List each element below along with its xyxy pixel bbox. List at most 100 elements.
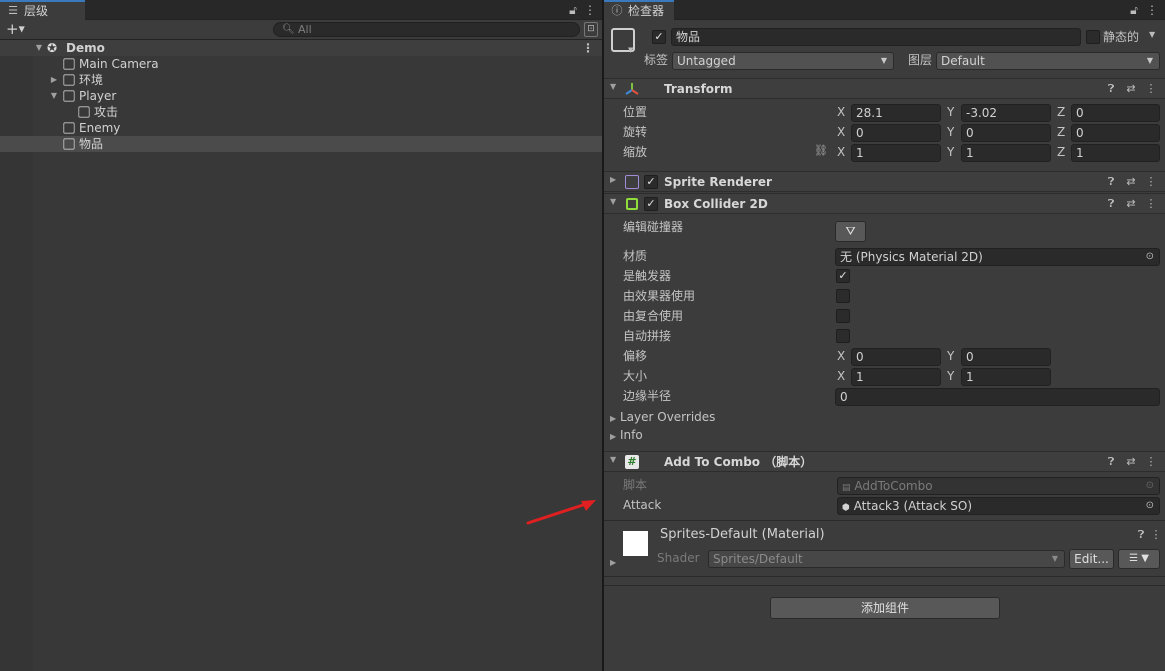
- expand-arrow-icon[interactable]: ▼: [34, 40, 44, 56]
- hierarchy-tree: ▼ ✪ Demo ⋮ Main Camera ▶ 环境 ▼ Player 攻击 …: [0, 40, 602, 671]
- chevron-down-icon[interactable]: ▼: [628, 46, 633, 54]
- static-checkbox[interactable]: [1086, 30, 1100, 44]
- material-value: 无 (Physics Material 2D): [840, 250, 983, 264]
- expand-arrow-icon[interactable]: ▶: [610, 175, 616, 184]
- edit-collider-button[interactable]: ⛛: [835, 221, 866, 242]
- rotation-y-input[interactable]: 0: [961, 124, 1051, 142]
- tree-item-main-camera[interactable]: Main Camera: [0, 56, 602, 72]
- size-y-input[interactable]: 1: [961, 368, 1051, 386]
- tree-item-item-selected[interactable]: 物品: [0, 136, 602, 152]
- inspector-panel: ⓘ 检查器 🔓︎ ⋮ ▼ ✓ 物品 静态的 ▼ 标签 Untagged ▼ 图层…: [604, 0, 1165, 671]
- tree-item-attack[interactable]: 攻击: [0, 104, 602, 120]
- info-foldout[interactable]: ▶ Info: [610, 426, 643, 444]
- position-z-input[interactable]: 0: [1071, 104, 1160, 122]
- gameobject-cube-icon: [78, 106, 90, 118]
- component-menu-icon[interactable]: ⋮: [1144, 174, 1158, 190]
- presets-icon[interactable]: ⇄: [1124, 196, 1138, 212]
- axis-x-label: X: [837, 349, 846, 363]
- collapse-arrow-icon[interactable]: ▼: [610, 455, 616, 464]
- tag-dropdown[interactable]: Untagged ▼: [672, 52, 894, 70]
- tree-item-player[interactable]: ▼ Player: [0, 88, 602, 104]
- info-icon: ⓘ: [611, 4, 623, 17]
- help-icon[interactable]: ❓︎: [1104, 81, 1118, 97]
- help-icon[interactable]: ❓︎: [1104, 454, 1118, 470]
- lock-icon[interactable]: 🔓︎: [1127, 2, 1141, 18]
- transform-header[interactable]: ▼ Transform ❓︎ ⇄ ⋮: [604, 78, 1165, 99]
- auto-tiling-checkbox[interactable]: [836, 329, 850, 343]
- scene-row-demo[interactable]: ▼ ✪ Demo ⋮: [0, 40, 602, 56]
- add-object-button[interactable]: +▼: [6, 21, 34, 38]
- object-picker-icon: ⊙: [1145, 480, 1154, 491]
- rotation-x-input[interactable]: 0: [851, 124, 941, 142]
- scale-x-input[interactable]: 1: [851, 144, 941, 162]
- collapse-arrow-icon[interactable]: ▼: [49, 88, 59, 104]
- edge-radius-input[interactable]: 0: [835, 388, 1160, 406]
- add-component-button[interactable]: 添加组件: [770, 597, 1000, 619]
- help-icon[interactable]: ❓︎: [1104, 174, 1118, 190]
- lock-icon[interactable]: 🔓︎: [566, 2, 580, 18]
- axis-y-label: Y: [947, 145, 955, 159]
- box-collider-enabled-checkbox[interactable]: ✓: [644, 197, 658, 211]
- info-label: Info: [619, 428, 643, 442]
- tab-inspector[interactable]: ⓘ 检查器: [604, 0, 674, 20]
- tag-value: Untagged: [677, 54, 736, 68]
- is-trigger-checkbox[interactable]: ✓: [836, 269, 850, 283]
- position-x-input[interactable]: 28.1: [851, 104, 941, 122]
- tab-hierarchy[interactable]: ☰ 层级: [0, 0, 85, 20]
- object-picker-icon[interactable]: ⊙: [1146, 498, 1154, 514]
- transform-axis-icon: [625, 82, 639, 96]
- attack-object-field[interactable]: ⬢ Attack3 (Attack SO) ⊙: [837, 497, 1160, 515]
- axis-y-label: Y: [947, 105, 955, 119]
- active-checkbox[interactable]: ✓: [652, 30, 666, 44]
- scale-y-input[interactable]: 1: [961, 144, 1051, 162]
- component-menu-icon[interactable]: ⋮: [1144, 81, 1158, 97]
- tree-item-enemy[interactable]: Enemy: [0, 120, 602, 136]
- scene-menu-icon[interactable]: ⋮: [582, 40, 594, 56]
- add-to-combo-header[interactable]: ▼ # Add To Combo （脚本） ❓︎ ⇄ ⋮: [604, 451, 1165, 472]
- collapse-arrow-icon[interactable]: ▼: [610, 197, 616, 206]
- script-value: AddToCombo: [854, 479, 933, 493]
- used-by-effector-checkbox[interactable]: [836, 289, 850, 303]
- more-menu-icon[interactable]: ⋮: [583, 2, 597, 18]
- offset-x-input[interactable]: 0: [851, 348, 941, 366]
- component-menu-icon[interactable]: ⋮: [1149, 527, 1163, 543]
- box-collider-header[interactable]: ▼ ✓ Box Collider 2D ❓︎ ⇄ ⋮: [604, 193, 1165, 214]
- sprite-renderer-header[interactable]: ▶ ✓ Sprite Renderer ❓︎ ⇄ ⋮: [604, 171, 1165, 192]
- position-y-input[interactable]: -3.02: [961, 104, 1051, 122]
- chevron-down-icon[interactable]: ▼: [1149, 30, 1155, 39]
- material-object-field[interactable]: 无 (Physics Material 2D) ⊙: [835, 248, 1160, 266]
- tree-item-label: 物品: [79, 137, 104, 151]
- used-by-composite-checkbox[interactable]: [836, 309, 850, 323]
- offset-y-input[interactable]: 0: [961, 348, 1051, 366]
- component-menu-icon[interactable]: ⋮: [1144, 454, 1158, 470]
- edit-shader-button[interactable]: Edit...: [1069, 549, 1114, 569]
- expand-arrow-icon[interactable]: ▶: [610, 558, 616, 567]
- layer-dropdown[interactable]: Default ▼: [936, 52, 1160, 70]
- help-icon[interactable]: ❓︎: [1134, 527, 1148, 543]
- scale-z-input[interactable]: 1: [1071, 144, 1160, 162]
- layer-overrides-foldout[interactable]: ▶ Layer Overrides: [610, 408, 715, 426]
- component-menu-icon[interactable]: ⋮: [1144, 196, 1158, 212]
- tree-item-environment[interactable]: ▶ 环境: [0, 72, 602, 88]
- divider: [604, 585, 1165, 586]
- scene-visibility-icon[interactable]: ⊡: [584, 22, 598, 37]
- presets-icon[interactable]: ⇄: [1124, 454, 1138, 470]
- list-icon: ☰ ▼: [1129, 553, 1149, 564]
- more-menu-icon[interactable]: ⋮: [1145, 2, 1159, 18]
- object-name-input[interactable]: 物品: [671, 28, 1081, 46]
- sprite-renderer-enabled-checkbox[interactable]: ✓: [644, 175, 658, 189]
- script-label: 脚本: [623, 478, 648, 492]
- expand-arrow-icon[interactable]: ▶: [49, 72, 59, 88]
- help-icon[interactable]: ❓︎: [1104, 196, 1118, 212]
- size-x-input[interactable]: 1: [851, 368, 941, 386]
- object-picker-icon[interactable]: ⊙: [1146, 249, 1154, 265]
- shader-dropdown[interactable]: Sprites/Default ▼: [708, 550, 1065, 568]
- chevron-down-icon: ▼: [1146, 56, 1153, 65]
- search-input[interactable]: 🔍︎ All: [273, 22, 580, 37]
- collapse-arrow-icon[interactable]: ▼: [610, 82, 616, 91]
- rotation-z-input[interactable]: 0: [1071, 124, 1160, 142]
- presets-icon[interactable]: ⇄: [1124, 81, 1138, 97]
- constrain-proportions-icon[interactable]: ⛓: [814, 144, 828, 157]
- presets-icon[interactable]: ⇄: [1124, 174, 1138, 190]
- shader-options-button[interactable]: ☰ ▼: [1118, 549, 1160, 569]
